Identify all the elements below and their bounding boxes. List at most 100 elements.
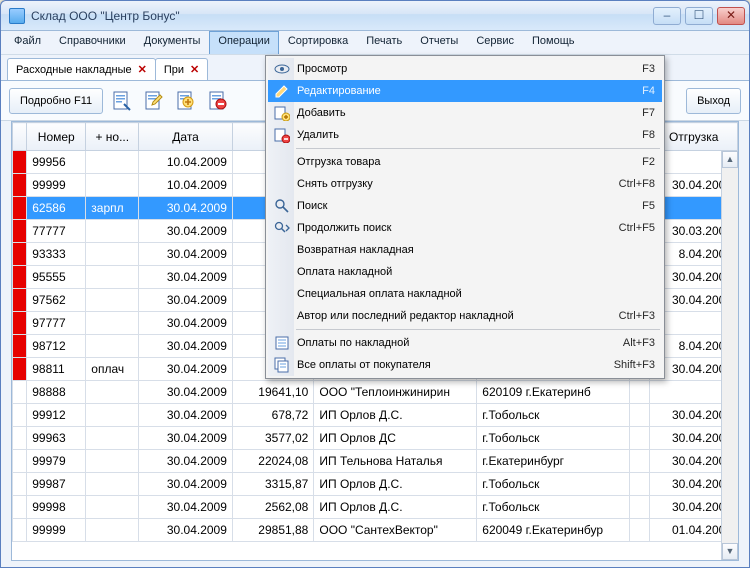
tab-0[interactable]: Расходные накладные ✕: [7, 58, 156, 80]
menu-сервис[interactable]: Сервис: [467, 31, 523, 54]
cell: 77777: [27, 220, 86, 243]
cell: оплач: [86, 358, 139, 381]
ops-menu-item[interactable]: Оплаты по накладнойAlt+F3: [268, 332, 662, 354]
cell: ИП Орлов Д.С.: [314, 404, 477, 427]
search-icon: [271, 197, 293, 215]
tab-close-icon[interactable]: ✕: [138, 63, 147, 76]
ops-menu-item[interactable]: ПросмотрF3: [268, 58, 662, 80]
cell: [86, 335, 139, 358]
cell: 30.04.2009: [139, 519, 233, 542]
doc-edit-icon[interactable]: [141, 88, 167, 114]
cell: [13, 289, 27, 312]
window-title: Склад ООО "Центр Бонус": [31, 9, 649, 23]
delete-icon: [271, 126, 293, 144]
listall-icon: [271, 356, 293, 374]
col-0[interactable]: [13, 123, 27, 151]
cell: 30.04.2009: [139, 220, 233, 243]
cell: [13, 312, 27, 335]
cell: [13, 427, 27, 450]
col-2[interactable]: + но...: [86, 123, 139, 151]
menu-помощь[interactable]: Помощь: [523, 31, 584, 54]
menu-печать[interactable]: Печать: [357, 31, 411, 54]
exit-button[interactable]: Выход: [686, 88, 741, 114]
maximize-button[interactable]: ☐: [685, 7, 713, 25]
cell: 22024,08: [232, 450, 313, 473]
ops-menu-item[interactable]: Автор или последний редактор накладнойCt…: [268, 305, 662, 327]
table-row[interactable]: 9991230.04.2009678,72ИП Орлов Д.С.г.Тобо…: [13, 404, 738, 427]
menu-файл[interactable]: Файл: [5, 31, 50, 54]
ops-menu-item[interactable]: ДобавитьF7: [268, 102, 662, 124]
cell: 97562: [27, 289, 86, 312]
scroll-up-button[interactable]: [722, 151, 738, 168]
doc-delete-icon[interactable]: [205, 88, 231, 114]
cell: 30.04.2009: [139, 496, 233, 519]
ops-menu-item[interactable]: Продолжить поискCtrl+F5: [268, 217, 662, 239]
cell: [13, 220, 27, 243]
menu-label: Автор или последний редактор накладной: [297, 310, 609, 322]
blank-icon: [271, 175, 293, 193]
vertical-scrollbar[interactable]: [721, 151, 738, 560]
detail-button[interactable]: Подробно F11: [9, 88, 103, 114]
cell: 99956: [27, 151, 86, 174]
cell: [86, 266, 139, 289]
doc-add-icon[interactable]: [173, 88, 199, 114]
cell: [86, 243, 139, 266]
ops-menu-item[interactable]: Оплата накладной: [268, 261, 662, 283]
menu-документы[interactable]: Документы: [135, 31, 210, 54]
col-3[interactable]: Дата: [139, 123, 233, 151]
table-row[interactable]: 9998730.04.20093315,87ИП Орлов Д.С.г.Тоб…: [13, 473, 738, 496]
cell: 62586: [27, 197, 86, 220]
tab-1[interactable]: При✕: [155, 58, 208, 80]
table-row[interactable]: 9999830.04.20092562,08ИП Орлов Д.С.г.Тоб…: [13, 496, 738, 519]
cell: 95555: [27, 266, 86, 289]
ops-menu-item[interactable]: Снять отгрузкуCtrl+F8: [268, 173, 662, 195]
col-1[interactable]: Номер: [27, 123, 86, 151]
ops-menu-item[interactable]: Поиск F5: [268, 195, 662, 217]
table-row[interactable]: 9999930.04.200929851,88ООО "СантехВектор…: [13, 519, 738, 542]
menu-сортировка[interactable]: Сортировка: [279, 31, 357, 54]
cell: [630, 496, 650, 519]
menu-label: Оплата накладной: [297, 266, 645, 278]
cell: 99999: [27, 519, 86, 542]
minimize-button[interactable]: –: [653, 7, 681, 25]
menu-label: Поиск: [297, 200, 632, 212]
cell: [13, 197, 27, 220]
table-row[interactable]: 9996330.04.20093577,02ИП Орлов ДСг.Тобол…: [13, 427, 738, 450]
table-row[interactable]: 9997930.04.200922024,08ИП Тельнова Натал…: [13, 450, 738, 473]
menu-separator: [296, 329, 660, 330]
ops-menu-item[interactable]: Специальная оплата накладной: [268, 283, 662, 305]
ops-menu-item[interactable]: УдалитьF8: [268, 124, 662, 146]
cell: [630, 450, 650, 473]
cell: 30.04.2009: [139, 266, 233, 289]
menu-shortcut: F4: [642, 85, 655, 97]
close-button[interactable]: ✕: [717, 7, 745, 25]
app-window: Склад ООО "Центр Бонус" – ☐ ✕ ФайлСправо…: [0, 0, 750, 568]
blank-icon: [271, 285, 293, 303]
menu-отчеты[interactable]: Отчеты: [411, 31, 467, 54]
ops-menu-item[interactable]: Возвратная накладная: [268, 239, 662, 261]
cell: 30.04.2009: [139, 381, 233, 404]
cell: 93333: [27, 243, 86, 266]
scroll-down-button[interactable]: [722, 543, 738, 560]
blank-icon: [271, 263, 293, 281]
ops-menu-item[interactable]: Отгрузка товараF2: [268, 151, 662, 173]
menu-shortcut: F5: [642, 200, 655, 212]
doc-icon-1[interactable]: [109, 88, 135, 114]
menu-справочники[interactable]: Справочники: [50, 31, 135, 54]
cell: 30.04.2009: [139, 427, 233, 450]
cell: [13, 335, 27, 358]
ops-menu-item[interactable]: РедактированиеF4: [268, 80, 662, 102]
cell: 620049 г.Екатеринбур: [477, 519, 630, 542]
ops-menu-item[interactable]: Все оплаты от покупателяShift+F3: [268, 354, 662, 376]
cell: 30.04.2009: [139, 335, 233, 358]
cell: 30.04.2009: [139, 473, 233, 496]
cell: г.Тобольск: [477, 404, 630, 427]
menu-shortcut: F3: [642, 63, 655, 75]
menu-операции[interactable]: Операции: [209, 31, 278, 54]
menu-shortcut: F2: [642, 156, 655, 168]
tab-label: Расходные накладные: [16, 64, 132, 76]
cell: 98712: [27, 335, 86, 358]
table-row[interactable]: 9888830.04.200919641,10ООО "Теплоинжинир…: [13, 381, 738, 404]
tab-close-icon[interactable]: ✕: [190, 63, 199, 76]
cell: 30.04.2009: [139, 243, 233, 266]
